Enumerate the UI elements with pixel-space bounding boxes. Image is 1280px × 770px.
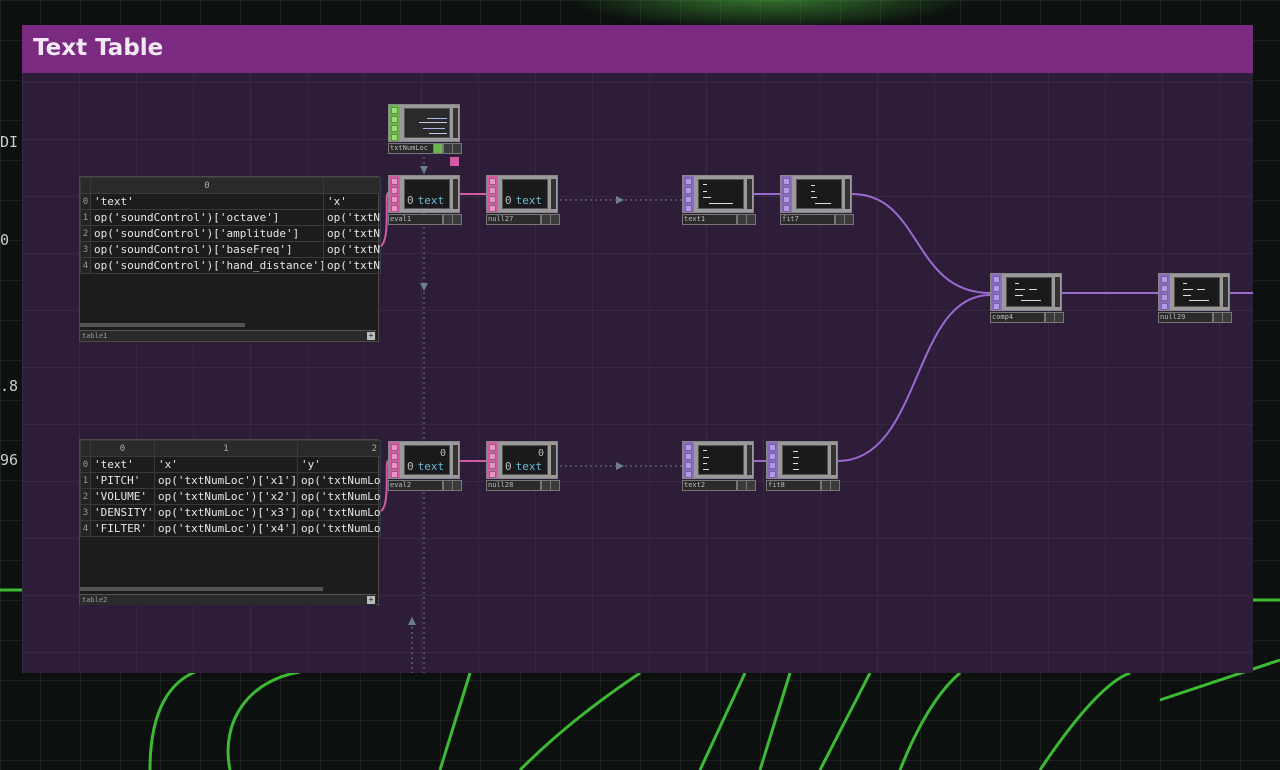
dat-viewer: 0 0 text — [404, 445, 450, 475]
table2-grid: 0 1 2 0 'text' 'x' 'y' 1 'PITCH' op('txt… — [80, 440, 381, 537]
table-cell[interactable]: op('soundControl')['baseFreq'] — [90, 241, 324, 258]
table2-dat[interactable]: 0 1 2 0 'text' 'x' 'y' 1 'PITCH' op('txt… — [79, 439, 381, 605]
table2-col-header[interactable]: 0 — [90, 440, 155, 457]
node-comp4[interactable]: comp4 — [990, 273, 1064, 323]
table2-name: table2 — [82, 596, 108, 604]
node-label[interactable]: fit7 — [780, 214, 835, 225]
table-row[interactable]: 2 'VOLUME' op('txtNumLoc')['x2'] op('txt… — [80, 488, 381, 505]
table-cell[interactable]: op('txtNumLoc — [297, 504, 381, 521]
node-null29[interactable]: null29 — [1158, 273, 1232, 323]
node-txtNumLoc[interactable]: txtNumLoc — [388, 104, 462, 154]
node-label[interactable]: comp4 — [990, 312, 1045, 323]
node-label[interactable]: eval2 — [388, 480, 443, 491]
dat-viewer: 0 text — [404, 179, 450, 209]
top-viewer — [698, 179, 744, 209]
table1-name: table1 — [82, 332, 108, 340]
dat-viewer: 0 0 text — [502, 445, 548, 475]
dat-viewer: 0 text — [502, 179, 548, 209]
table-cell[interactable]: 'text' — [90, 193, 324, 210]
node-label[interactable]: null28 — [486, 480, 541, 491]
table1-scrollbar[interactable] — [80, 323, 245, 327]
network-panel[interactable]: Text Table 0 0 'text' 'x' 1 op('soundCon… — [22, 25, 1253, 673]
node-eval2[interactable]: 0 0 text eval2 — [388, 441, 462, 491]
node-label[interactable]: eval1 — [388, 214, 443, 225]
table-cell[interactable]: 'y' — [297, 456, 381, 473]
table-row[interactable]: 0 'text' 'x' 'y' — [80, 456, 381, 473]
node-label[interactable]: null27 — [486, 214, 541, 225]
node-null28[interactable]: 0 0 text null28 — [486, 441, 560, 491]
table-cell[interactable]: op('txtN — [323, 225, 381, 242]
top-viewer — [796, 179, 842, 209]
table1-dat[interactable]: 0 0 'text' 'x' 1 op('soundControl')['oct… — [79, 176, 381, 342]
table-row[interactable]: 1 'PITCH' op('txtNumLoc')['x1'] op('txtN… — [80, 472, 381, 489]
top-viewer — [1006, 277, 1052, 307]
table-cell[interactable]: op('txtN — [323, 209, 381, 226]
table-cell[interactable]: op('soundControl')['amplitude'] — [90, 225, 324, 242]
edge-label-3: .8 — [0, 377, 19, 395]
table-cell[interactable]: op('txtNumLoc')['x3'] — [154, 504, 298, 521]
node-label[interactable]: null29 — [1158, 312, 1213, 323]
table2-name-bar[interactable]: table2 + — [80, 594, 376, 605]
table-cell[interactable]: op('txtN — [323, 257, 381, 274]
table-cell[interactable]: 'PITCH' — [90, 472, 155, 489]
edge-label-2: 0 — [0, 231, 10, 249]
table-row[interactable]: 3 'DENSITY' op('txtNumLoc')['x3'] op('tx… — [80, 504, 381, 521]
table-cell[interactable]: 'DENSITY' — [90, 504, 155, 521]
table-cell[interactable]: 'VOLUME' — [90, 488, 155, 505]
chop-viewer — [404, 108, 450, 138]
table-cell[interactable]: op('txtNumLoc')['x1'] — [154, 472, 298, 489]
table1-name-bar[interactable]: table1 + — [80, 330, 376, 341]
node-label[interactable]: fit8 — [766, 480, 821, 491]
table-cell[interactable]: 'x' — [154, 456, 298, 473]
table1-grid: 0 0 'text' 'x' 1 op('soundControl')['oct… — [80, 177, 381, 274]
node-eval1[interactable]: 0 text eval1 — [388, 175, 462, 225]
table1-col-header[interactable]: 0 — [90, 177, 324, 194]
table-row[interactable]: 1 op('soundControl')['octave'] op('txtN — [80, 209, 381, 226]
edge-label-1: DI — [0, 133, 19, 151]
table-cell[interactable]: op('txtNumLoc — [297, 488, 381, 505]
wire-fit7-comp4 — [851, 193, 991, 294]
table-cell[interactable]: op('txtNumLoc — [297, 472, 381, 489]
table-cell[interactable]: op('soundControl')['hand_distance'] — [90, 257, 324, 274]
wire-fit8-comp4 — [837, 294, 991, 462]
plus-icon[interactable]: + — [367, 332, 375, 340]
top-viewer — [1174, 277, 1220, 307]
table-row[interactable]: 4 op('soundControl')['hand_distance'] op… — [80, 257, 381, 274]
table-cell[interactable]: op('txtNumLoc')['x2'] — [154, 488, 298, 505]
node-text2[interactable]: text2 — [682, 441, 756, 491]
table-cell[interactable]: op('txtNumLoc')['x4'] — [154, 520, 298, 537]
plus-icon[interactable]: + — [367, 596, 375, 604]
node-fit8[interactable]: fit8 — [766, 441, 840, 491]
node-text1[interactable]: text1 — [682, 175, 756, 225]
table-cell[interactable]: 'text' — [90, 456, 155, 473]
table-cell[interactable]: 'FILTER' — [90, 520, 155, 537]
table-cell[interactable]: op('txtNumLoc — [297, 520, 381, 537]
table2-col-header[interactable]: 1 — [154, 440, 298, 457]
edge-label-4: 96 — [0, 451, 19, 469]
table-row[interactable]: 0 'text' 'x' — [80, 193, 381, 210]
table-row[interactable]: 2 op('soundControl')['amplitude'] op('tx… — [80, 225, 381, 242]
table-row[interactable]: 3 op('soundControl')['baseFreq'] op('txt… — [80, 241, 381, 258]
table-row[interactable]: 4 'FILTER' op('txtNumLoc')['x4'] op('txt… — [80, 520, 381, 537]
node-fit7[interactable]: fit7 — [780, 175, 854, 225]
table-cell[interactable]: op('txtN — [323, 241, 381, 258]
top-viewer — [782, 445, 828, 475]
top-viewer — [698, 445, 744, 475]
table2-col-header[interactable]: 2 — [297, 440, 381, 457]
table-cell[interactable]: 'x' — [323, 193, 381, 210]
table2-scrollbar[interactable] — [80, 587, 323, 591]
node-label[interactable]: text2 — [682, 480, 737, 491]
node-flag-icon[interactable] — [450, 157, 459, 166]
node-label[interactable]: text1 — [682, 214, 737, 225]
node-null27[interactable]: 0 text null27 — [486, 175, 560, 225]
table-cell[interactable]: op('soundControl')['octave'] — [90, 209, 324, 226]
